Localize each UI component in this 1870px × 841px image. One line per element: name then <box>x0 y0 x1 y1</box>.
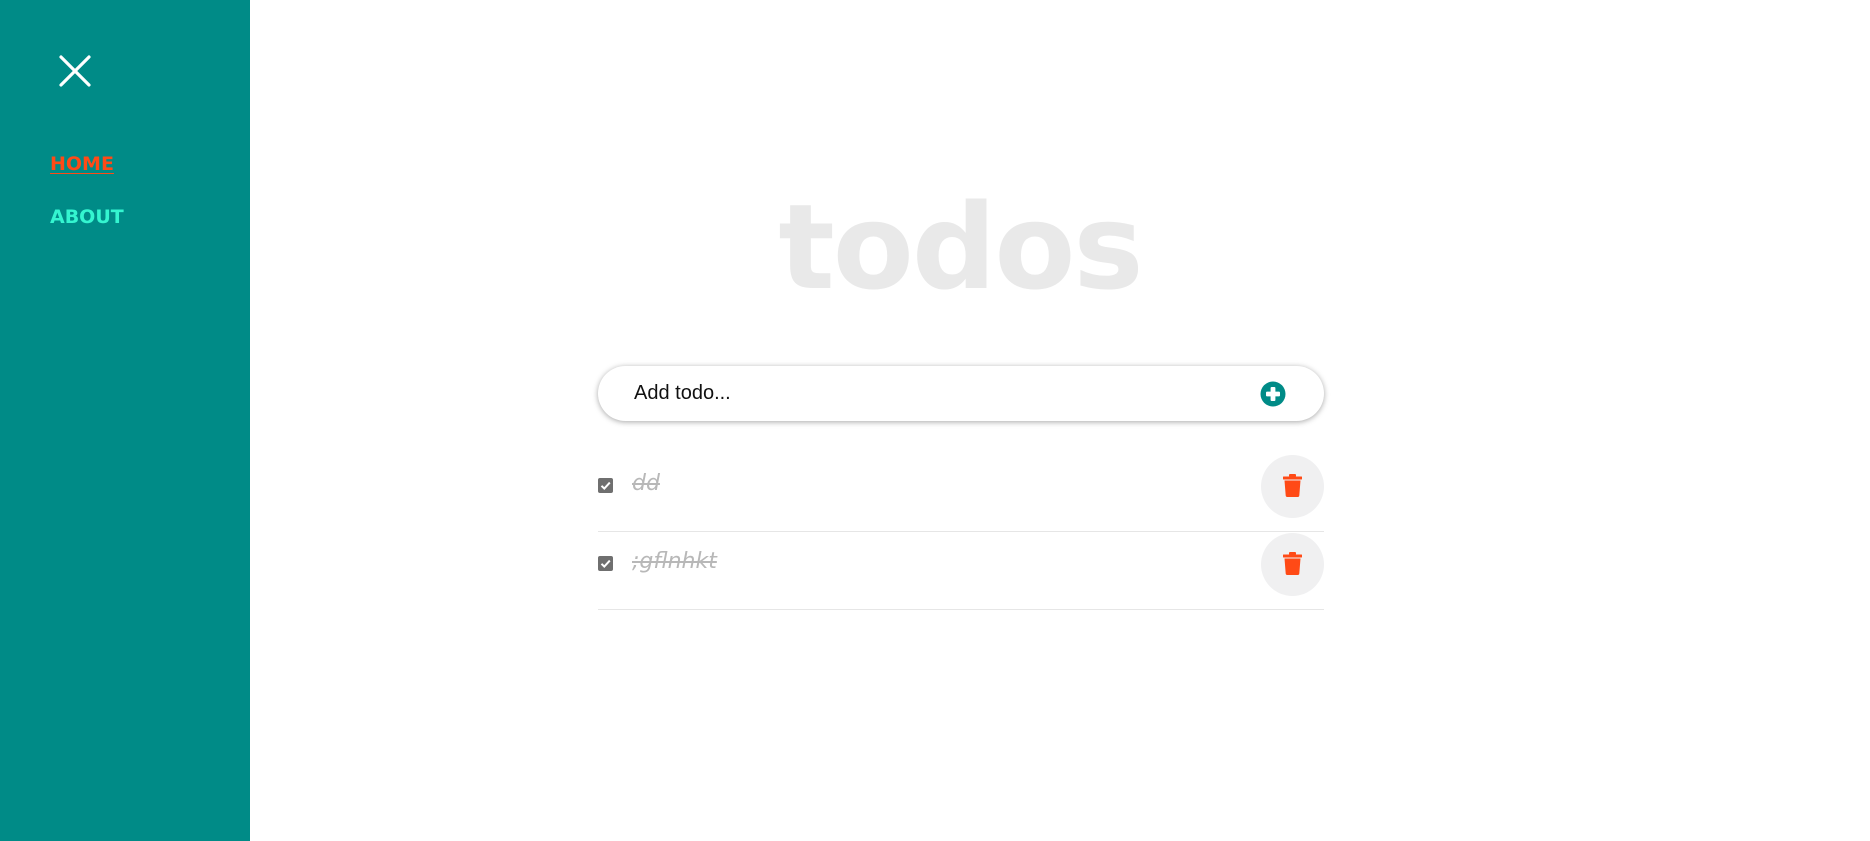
todo-checkbox[interactable] <box>598 478 613 493</box>
todo-checkbox[interactable] <box>598 556 613 571</box>
page-title: todos <box>778 178 1143 316</box>
sidebar: HOME ABOUT <box>0 0 250 841</box>
plus-circle-icon <box>1260 381 1286 407</box>
trash-icon <box>1283 474 1302 497</box>
add-todo-button[interactable] <box>1260 381 1286 407</box>
todo-item: dd <box>598 454 1324 532</box>
close-menu-button[interactable] <box>57 53 93 89</box>
todo-item: ;gflnhkt <box>598 532 1324 610</box>
trash-icon <box>1283 552 1302 575</box>
add-todo-input[interactable] <box>634 366 1234 421</box>
todo-text: ;gflnhkt <box>632 549 717 574</box>
nav-link-home[interactable]: HOME <box>50 153 114 175</box>
add-todo-bar <box>598 366 1324 421</box>
checkmark-icon <box>600 481 611 491</box>
close-icon <box>59 55 91 87</box>
checkmark-icon <box>600 559 611 569</box>
todo-list: dd ;gflnhkt <box>598 454 1324 610</box>
delete-todo-button[interactable] <box>1261 455 1324 518</box>
nav-link-about[interactable]: ABOUT <box>50 206 124 228</box>
todo-text: dd <box>632 471 660 496</box>
delete-todo-button[interactable] <box>1261 533 1324 596</box>
